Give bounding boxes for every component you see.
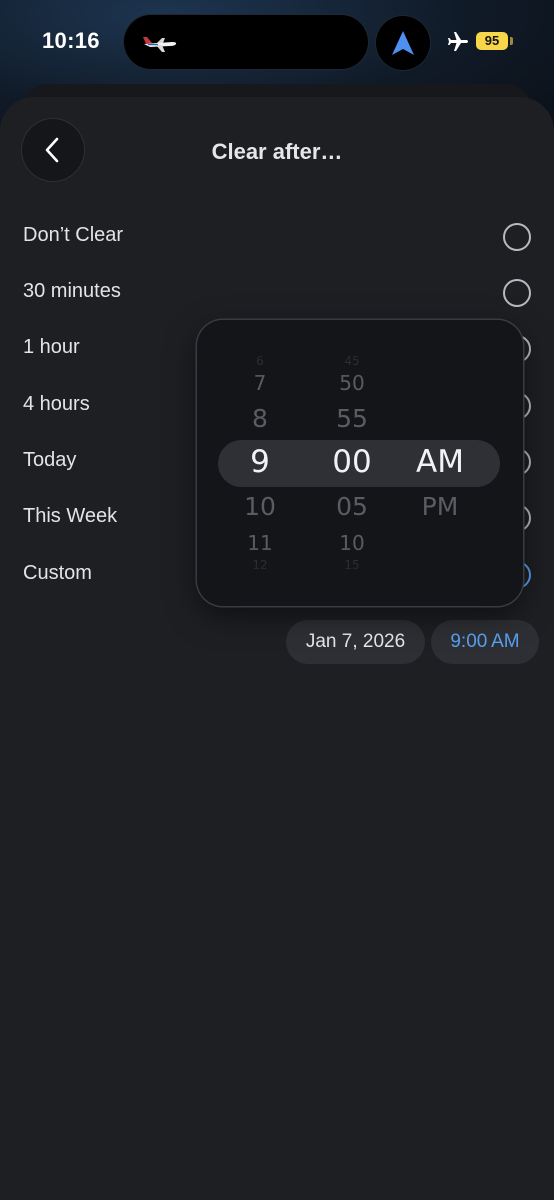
minute-option[interactable]: 10 (311, 531, 393, 555)
minute-option[interactable]: 15 (311, 558, 393, 572)
dynamic-island[interactable] (124, 15, 368, 69)
option-label: Today (23, 449, 77, 471)
location-indicator[interactable] (376, 16, 430, 70)
time-picker-popover: 6 7 8 9 10 11 12 45 50 55 00 05 10 15 AM… (197, 320, 523, 606)
battery-icon: 95 (476, 32, 508, 50)
custom-time-button[interactable]: 9:00 AM (431, 620, 539, 664)
period-option[interactable]: PM (397, 492, 483, 521)
radio-button[interactable] (503, 223, 531, 251)
hour-option-selected[interactable]: 9 (220, 444, 300, 480)
hour-option[interactable]: 8 (220, 404, 300, 433)
airline-live-activity-icon (143, 37, 177, 52)
custom-date-button[interactable]: Jan 7, 2026 (286, 620, 425, 664)
hour-option[interactable]: 10 (220, 492, 300, 521)
minute-option[interactable]: 45 (311, 354, 393, 368)
period-wheel[interactable]: AM PM (397, 320, 483, 606)
option-dont-clear[interactable]: Don’t Clear (0, 212, 554, 262)
hour-option[interactable]: 12 (220, 558, 300, 572)
location-arrow-icon (392, 31, 414, 55)
minute-wheel[interactable]: 45 50 55 00 05 10 15 (311, 320, 393, 606)
hour-option[interactable]: 11 (220, 531, 300, 555)
hour-option[interactable]: 7 (220, 371, 300, 395)
battery-tip (510, 37, 513, 45)
status-time: 10:16 (42, 28, 100, 53)
airplane-mode-icon (448, 32, 468, 51)
option-label: This Week (23, 505, 118, 527)
hour-option[interactable]: 6 (220, 354, 300, 368)
status-bar: 10:16 95 (0, 0, 554, 84)
minute-option[interactable]: 50 (311, 371, 393, 395)
option-label: Custom (23, 562, 92, 584)
option-label: 30 minutes (23, 280, 121, 302)
minute-option[interactable]: 05 (311, 492, 393, 521)
minute-option-selected[interactable]: 00 (311, 444, 393, 480)
option-30-minutes[interactable]: 30 minutes (0, 268, 554, 318)
minute-option[interactable]: 55 (311, 404, 393, 433)
page-title: Clear after… (211, 139, 343, 164)
option-label: 1 hour (23, 336, 80, 358)
period-option-selected[interactable]: AM (397, 444, 483, 480)
option-label: 4 hours (23, 393, 90, 415)
option-label: Don’t Clear (23, 224, 124, 246)
radio-button[interactable] (503, 279, 531, 307)
hour-wheel[interactable]: 6 7 8 9 10 11 12 (220, 320, 300, 606)
